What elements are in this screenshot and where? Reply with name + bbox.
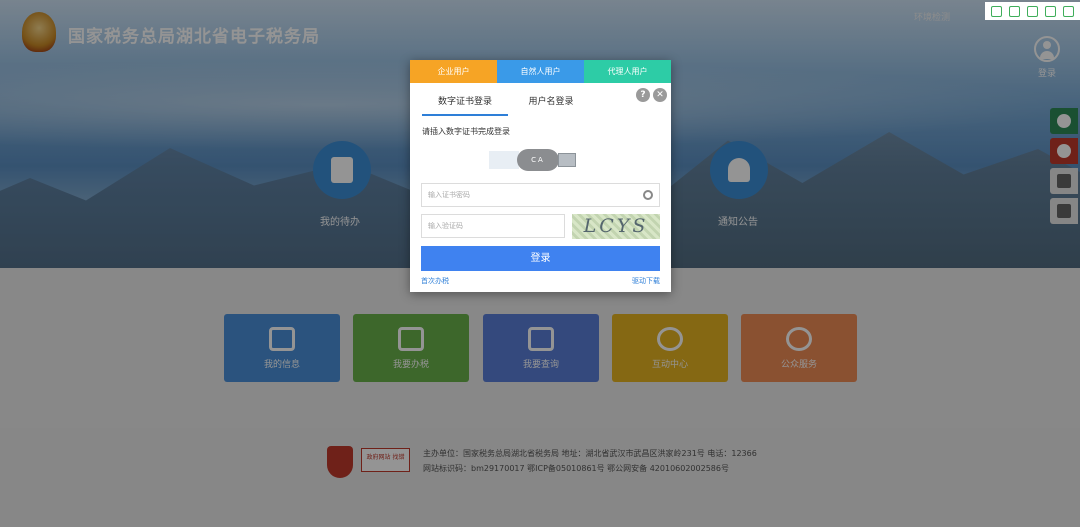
login-modal: 企业用户 自然人用户 代理人用户 数字证书登录 用户名登录 ? ✕ 请插入数字证…	[410, 60, 671, 292]
tab-username-login[interactable]: 用户名登录	[508, 90, 594, 116]
key-icon	[643, 190, 653, 200]
login-button[interactable]: 登录	[421, 246, 660, 271]
captcha-field[interactable]: 输入验证码	[421, 214, 565, 238]
tab-digital-cert-login[interactable]: 数字证书登录	[422, 90, 508, 116]
captcha-image[interactable]: LCYS	[572, 214, 660, 239]
driver-download-link[interactable]: 驱动下载	[632, 276, 660, 286]
help-icon[interactable]: ?	[636, 88, 650, 102]
tab-agent-user[interactable]: 代理人用户	[584, 60, 671, 83]
login-method-tabs: 数字证书登录 用户名登录	[422, 90, 647, 116]
user-type-tabs: 企业用户 自然人用户 代理人用户	[410, 60, 671, 83]
tab-natural-person-user[interactable]: 自然人用户	[497, 60, 584, 83]
save-icon[interactable]	[990, 5, 1002, 17]
cert-password-placeholder: 输入证书密码	[428, 191, 470, 199]
captcha-placeholder: 输入验证码	[428, 222, 463, 230]
cert-password-field[interactable]: 输入证书密码	[421, 183, 660, 207]
close-icon[interactable]: ✕	[653, 88, 667, 102]
tab-enterprise-user[interactable]: 企业用户	[410, 60, 497, 83]
insert-cert-hint: 请插入数字证书完成登录	[422, 127, 510, 136]
usb-key-icon: CA	[489, 148, 577, 172]
first-time-tax-link[interactable]: 首次办税	[421, 276, 449, 286]
image-icon[interactable]	[1026, 5, 1038, 17]
settings-icon[interactable]	[1063, 5, 1075, 17]
fullscreen-icon[interactable]	[1008, 5, 1020, 17]
usb-key-label: CA	[517, 149, 559, 171]
share-icon[interactable]	[1045, 5, 1057, 17]
top-toolbar	[985, 2, 1080, 20]
